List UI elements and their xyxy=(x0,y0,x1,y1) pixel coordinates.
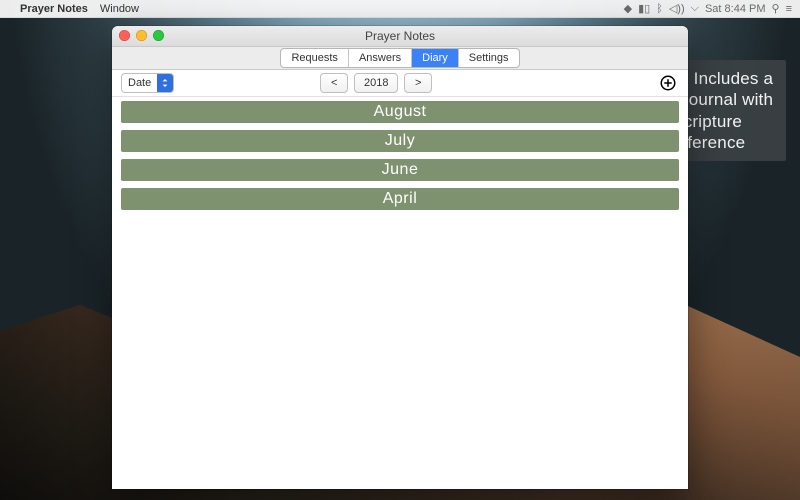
sort-dropdown[interactable]: Date xyxy=(121,73,174,93)
zoom-window-button[interactable] xyxy=(153,30,164,41)
toolbar-tabs-row: Requests Answers Diary Settings xyxy=(112,47,688,70)
diary-month-list: August July June April xyxy=(112,97,688,489)
year-navigator: < 2018 > xyxy=(320,73,432,93)
main-tabs: Requests Answers Diary Settings xyxy=(280,48,519,68)
chevron-up-down-icon xyxy=(157,74,173,92)
tab-diary[interactable]: Diary xyxy=(412,49,459,67)
menubar-item-window[interactable]: Window xyxy=(100,3,139,15)
tab-requests[interactable]: Requests xyxy=(281,49,348,67)
month-section[interactable]: June xyxy=(121,159,679,181)
menubar-app-name[interactable]: Prayer Notes xyxy=(20,3,88,15)
diary-toolbar: Date < 2018 > xyxy=(112,70,688,97)
notification-center-icon[interactable]: ≡ xyxy=(786,3,792,15)
volume-icon[interactable]: ◁)) xyxy=(669,2,685,15)
window-title: Prayer Notes xyxy=(365,29,435,43)
app-window: Prayer Notes Requests Answers Diary Sett… xyxy=(112,26,688,489)
plus-circle-icon xyxy=(659,74,677,92)
battery-icon[interactable]: ▮▯ xyxy=(638,2,650,15)
sort-dropdown-value: Date xyxy=(122,77,157,89)
window-titlebar[interactable]: Prayer Notes xyxy=(112,26,688,47)
tab-settings[interactable]: Settings xyxy=(459,49,519,67)
spotlight-icon[interactable]: ⚲ xyxy=(772,2,780,15)
year-display[interactable]: 2018 xyxy=(354,73,398,93)
wifi-icon[interactable]: ⌵ xyxy=(691,2,699,15)
month-section[interactable]: April xyxy=(121,188,679,210)
minimize-window-button[interactable] xyxy=(136,30,147,41)
month-section[interactable]: August xyxy=(121,101,679,123)
system-menu-bar: Prayer Notes Window ◆ ▮▯ ᛒ ◁)) ⌵ Sat 8:4… xyxy=(0,0,800,18)
prev-year-button[interactable]: < xyxy=(320,73,348,93)
next-year-button[interactable]: > xyxy=(404,73,432,93)
window-controls xyxy=(119,30,164,41)
menubar-status-tray: ◆ ▮▯ ᛒ ◁)) ⌵ Sat 8:44 PM ⚲ ≡ xyxy=(624,2,792,15)
bluetooth-icon[interactable]: ᛒ xyxy=(656,3,663,15)
month-section[interactable]: July xyxy=(121,130,679,152)
tab-answers[interactable]: Answers xyxy=(349,49,412,67)
menubar-clock[interactable]: Sat 8:44 PM xyxy=(705,3,766,15)
dropbox-icon[interactable]: ◆ xyxy=(624,2,632,15)
close-window-button[interactable] xyxy=(119,30,130,41)
add-entry-button[interactable] xyxy=(657,72,679,94)
